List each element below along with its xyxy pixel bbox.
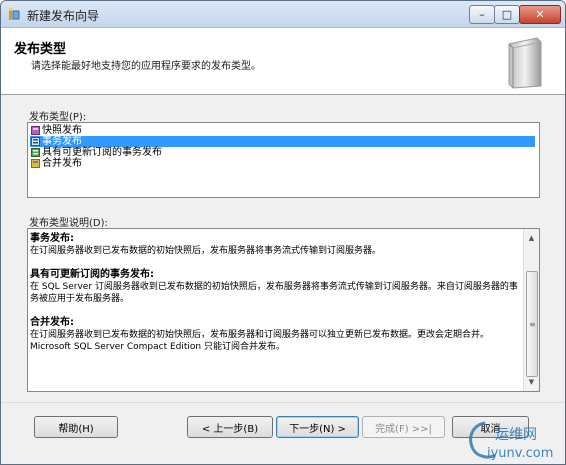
scroll-down-icon[interactable]: ▼ — [524, 375, 539, 389]
section-text: 在订阅服务器收到已发布数据的初始快照后，发布服务器和订阅服务器可以独立更新已发布… — [30, 330, 490, 352]
close-icon: ✕ — [535, 8, 545, 21]
title-bar[interactable]: 新建发布向导 – □ ✕ — [1, 1, 565, 28]
list-item-label: 具有可更新订阅的事务发布 — [42, 147, 162, 158]
snapshot-publication-icon — [31, 126, 40, 135]
vertical-scrollbar[interactable]: ▲ ≡ ▼ — [523, 229, 539, 391]
minimize-icon: – — [479, 8, 485, 21]
svg-text:运维网: 运维网 — [495, 427, 537, 443]
watermark-logo: 运维网 iyunv.com — [469, 421, 553, 461]
close-button[interactable]: ✕ — [519, 5, 561, 24]
section-text: 在 SQL Server 订阅服务器收到已发布数据的初始快照后，发布服务器将事务… — [30, 282, 518, 304]
list-item-label: 快照发布 — [42, 125, 82, 136]
server-graphic — [508, 37, 542, 89]
description-box[interactable]: 事务发布: 在订阅服务器收到已发布数据的初始快照后，发布服务器将事务流式传输到订… — [27, 228, 540, 392]
minimize-button[interactable]: – — [469, 5, 495, 24]
list-item-updatable-transactional[interactable]: 具有可更新订阅的事务发布 — [30, 147, 535, 158]
transactional-publication-icon — [31, 137, 40, 146]
window-title: 新建发布向导 — [27, 9, 100, 23]
list-item-snapshot[interactable]: 快照发布 — [30, 125, 535, 136]
new-publication-wizard-window: 新建发布向导 – □ ✕ 发布类型 请选择能最好地支持您的应用程序要求的发布类型… — [0, 0, 566, 465]
section-heading: 合并发布: — [30, 317, 74, 328]
divider — [1, 402, 565, 403]
section-heading: 具有可更新订阅的事务发布: — [30, 269, 154, 280]
wizard-icon — [8, 7, 20, 20]
publication-type-list[interactable]: 快照发布 事务发布 具有可更新订阅的事务发布 合并发布 — [27, 122, 540, 198]
page-description: 请选择能最好地支持您的应用程序要求的发布类型。 — [31, 61, 261, 72]
section-heading: 事务发布: — [30, 233, 74, 244]
maximize-button[interactable]: □ — [494, 5, 520, 24]
grip-icon: ≡ — [529, 320, 536, 329]
scroll-thumb[interactable]: ≡ — [526, 271, 538, 377]
publication-type-label: 发布类型(P): — [29, 112, 87, 123]
list-item-label: 事务发布 — [42, 136, 82, 147]
description-label: 发布类型说明(D): — [29, 218, 108, 229]
back-button[interactable]: < 上一步(B) — [187, 416, 273, 438]
help-button[interactable]: 帮助(H) — [34, 416, 118, 438]
updatable-transactional-icon — [31, 148, 40, 157]
description-content: 事务发布: 在订阅服务器收到已发布数据的初始快照后，发布服务器将事务流式传输到订… — [30, 233, 520, 365]
wizard-header: 发布类型 请选择能最好地支持您的应用程序要求的发布类型。 — [1, 28, 565, 95]
scroll-up-icon[interactable]: ▲ — [524, 231, 539, 245]
page-title: 发布类型 — [14, 42, 67, 57]
merge-publication-icon — [31, 159, 40, 168]
svg-text:iyunv.com: iyunv.com — [487, 446, 553, 461]
next-button[interactable]: 下一步(N) > — [276, 416, 359, 438]
list-item-label: 合并发布 — [42, 158, 82, 169]
list-item-transactional[interactable]: 事务发布 — [30, 136, 535, 147]
section-text: 在订阅服务器收到已发布数据的初始快照后，发布服务器将事务流式传输到订阅服务器。 — [30, 246, 382, 256]
list-item-merge[interactable]: 合并发布 — [30, 158, 535, 169]
finish-button[interactable]: 完成(F) >>| — [362, 416, 445, 438]
maximize-icon: □ — [501, 8, 513, 21]
